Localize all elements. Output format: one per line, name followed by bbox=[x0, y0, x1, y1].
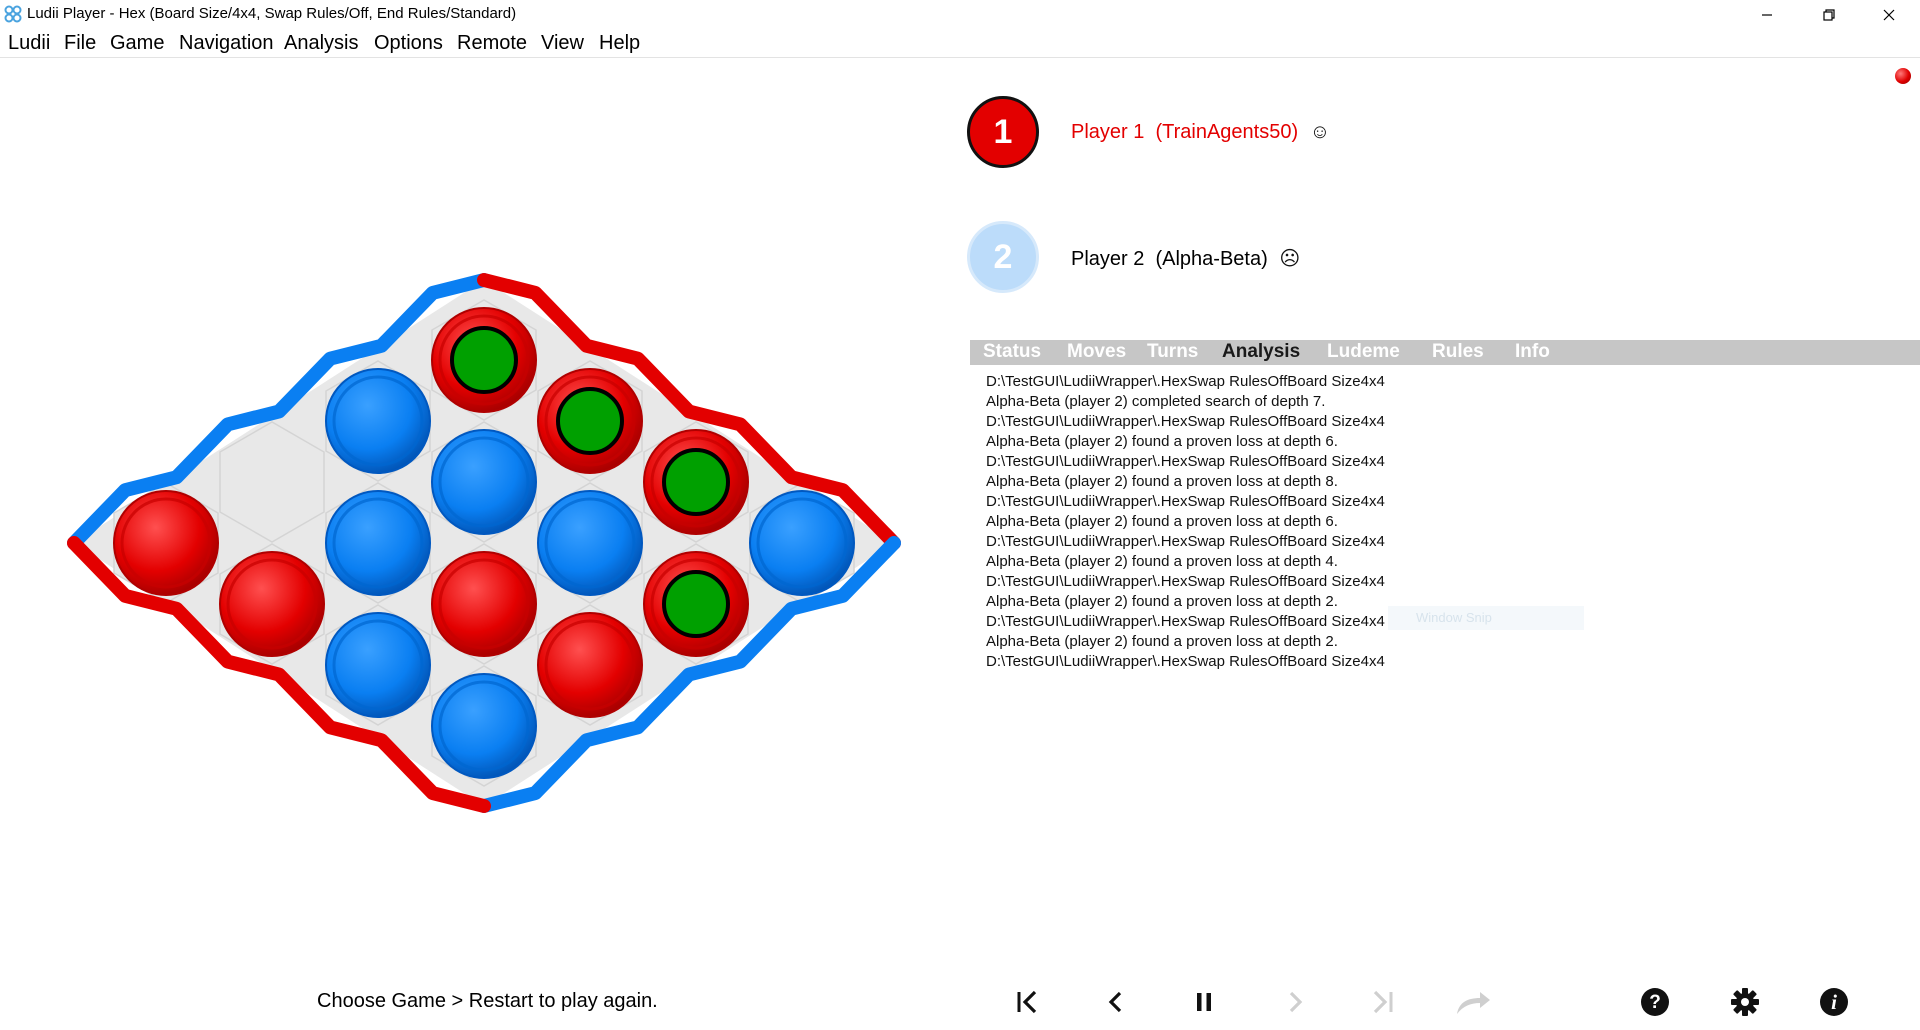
blue-piece[interactable] bbox=[537, 490, 643, 596]
log-line: Alpha-Beta (player 2) found a proven los… bbox=[986, 633, 1338, 650]
log-line: Alpha-Beta (player 2) found a proven los… bbox=[986, 433, 1338, 450]
player-2-disc: 2 bbox=[967, 221, 1039, 293]
redo-arrow-icon bbox=[1457, 992, 1490, 1014]
skip-to-start-icon bbox=[1017, 990, 1037, 1014]
menu-help[interactable]: Help bbox=[599, 32, 640, 55]
blue-piece[interactable] bbox=[325, 368, 431, 474]
winning-path-marker bbox=[662, 570, 730, 638]
pause-button[interactable] bbox=[1182, 980, 1226, 1024]
player-1-name: Player 1 (TrainAgents50) ☺ bbox=[1071, 121, 1330, 144]
info-icon: i bbox=[1820, 988, 1848, 1016]
back-arrow-icon bbox=[1108, 991, 1122, 1013]
log-line: Alpha-Beta (player 2) found a proven los… bbox=[986, 553, 1338, 570]
menu-analysis[interactable]: Analysis bbox=[284, 32, 358, 55]
restore-button[interactable] bbox=[1806, 0, 1852, 29]
red-piece[interactable] bbox=[537, 612, 643, 718]
menu-navigation[interactable]: Navigation bbox=[179, 32, 274, 55]
gear-icon bbox=[1731, 988, 1759, 1016]
winning-path-marker bbox=[450, 326, 518, 394]
forward-arrow-icon bbox=[1289, 991, 1303, 1013]
winning-path-marker bbox=[662, 448, 730, 516]
minimize-icon bbox=[1762, 13, 1772, 16]
settings-button[interactable] bbox=[1723, 980, 1767, 1024]
red-piece[interactable] bbox=[113, 490, 219, 596]
help-button[interactable]: ? bbox=[1633, 980, 1677, 1024]
red-piece[interactable] bbox=[219, 551, 325, 657]
blue-piece[interactable] bbox=[325, 612, 431, 718]
menu-game[interactable]: Game bbox=[110, 32, 164, 55]
step-back-button[interactable] bbox=[1093, 980, 1137, 1024]
pause-icon bbox=[1197, 993, 1211, 1011]
player-2-label: Player 2 (Alpha-Beta) bbox=[1071, 248, 1268, 270]
restore-icon bbox=[1823, 8, 1835, 21]
menu-options[interactable]: Options bbox=[374, 32, 443, 55]
log-line: D:\TestGUI\LudiiWrapper\.HexSwap RulesOf… bbox=[986, 413, 1385, 430]
close-button[interactable] bbox=[1866, 0, 1912, 29]
svg-text:?: ? bbox=[1649, 992, 1661, 1013]
tab-analysis[interactable]: Analysis bbox=[1222, 341, 1300, 363]
info-tabs: Status Moves Turns Analysis Ludeme Rules… bbox=[970, 340, 1920, 365]
smiley-icon: ☺ bbox=[1309, 121, 1331, 143]
svg-text:i: i bbox=[1831, 990, 1837, 1014]
window-snip-overlay: Window Snip bbox=[1388, 606, 1584, 630]
status-message: Choose Game > Restart to play again. bbox=[317, 990, 658, 1012]
menu-remote[interactable]: Remote bbox=[457, 32, 527, 55]
log-line: D:\TestGUI\LudiiWrapper\.HexSwap RulesOf… bbox=[986, 653, 1385, 670]
winning-path-marker bbox=[556, 387, 624, 455]
jump-to-start-button[interactable] bbox=[1006, 980, 1050, 1024]
blue-piece[interactable] bbox=[431, 673, 537, 779]
tab-info[interactable]: Info bbox=[1515, 341, 1550, 363]
log-line: Alpha-Beta (player 2) found a proven los… bbox=[986, 513, 1338, 530]
player-1-number: 1 bbox=[993, 112, 1013, 151]
player-1-label: Player 1 (TrainAgents50) bbox=[1071, 121, 1299, 143]
step-forward-button[interactable] bbox=[1273, 980, 1317, 1024]
menu-bar: Ludii File Game Navigation Analysis Opti… bbox=[0, 29, 1920, 58]
close-icon bbox=[1883, 9, 1895, 20]
jump-to-end-button[interactable] bbox=[1360, 980, 1404, 1024]
blue-piece[interactable] bbox=[325, 490, 431, 596]
log-line: D:\TestGUI\LudiiWrapper\.HexSwap RulesOf… bbox=[986, 533, 1385, 550]
log-line: D:\TestGUI\LudiiWrapper\.HexSwap RulesOf… bbox=[986, 573, 1385, 590]
tab-turns[interactable]: Turns bbox=[1147, 341, 1198, 363]
log-line: D:\TestGUI\LudiiWrapper\.HexSwap RulesOf… bbox=[986, 493, 1385, 510]
tab-status[interactable]: Status bbox=[983, 341, 1041, 363]
connection-status-indicator bbox=[1895, 68, 1911, 84]
player-2-number: 2 bbox=[993, 237, 1013, 276]
hex-board[interactable] bbox=[0, 58, 950, 818]
player-2-name: Player 2 (Alpha-Beta) ☹ bbox=[1071, 246, 1300, 271]
minimize-button[interactable] bbox=[1744, 0, 1790, 29]
window-title: Ludii Player - Hex (Board Size/4x4, Swap… bbox=[27, 5, 517, 22]
ludii-app-icon bbox=[4, 5, 22, 23]
menu-ludii[interactable]: Ludii bbox=[8, 32, 50, 55]
log-line: D:\TestGUI\LudiiWrapper\.HexSwap RulesOf… bbox=[986, 453, 1385, 470]
blue-piece[interactable] bbox=[431, 429, 537, 535]
menu-view[interactable]: View bbox=[541, 32, 584, 55]
tab-ludeme[interactable]: Ludeme bbox=[1327, 341, 1400, 363]
skip-to-end-icon bbox=[1373, 990, 1393, 1014]
tab-moves[interactable]: Moves bbox=[1067, 341, 1126, 363]
log-line: D:\TestGUI\LudiiWrapper\.HexSwap RulesOf… bbox=[986, 373, 1385, 390]
blue-piece[interactable] bbox=[749, 490, 855, 596]
redo-button[interactable] bbox=[1451, 980, 1495, 1024]
title-bar: Ludii Player - Hex (Board Size/4x4, Swap… bbox=[0, 0, 1920, 29]
log-line: Alpha-Beta (player 2) found a proven los… bbox=[986, 473, 1338, 490]
info-button[interactable]: i bbox=[1812, 980, 1856, 1024]
question-icon: ? bbox=[1641, 988, 1669, 1016]
player-1-disc: 1 bbox=[967, 96, 1039, 168]
sad-face-icon: ☹ bbox=[1279, 248, 1301, 270]
red-piece[interactable] bbox=[431, 551, 537, 657]
menu-file[interactable]: File bbox=[64, 32, 96, 55]
log-line: Alpha-Beta (player 2) completed search o… bbox=[986, 393, 1326, 410]
tab-rules[interactable]: Rules bbox=[1432, 341, 1484, 363]
